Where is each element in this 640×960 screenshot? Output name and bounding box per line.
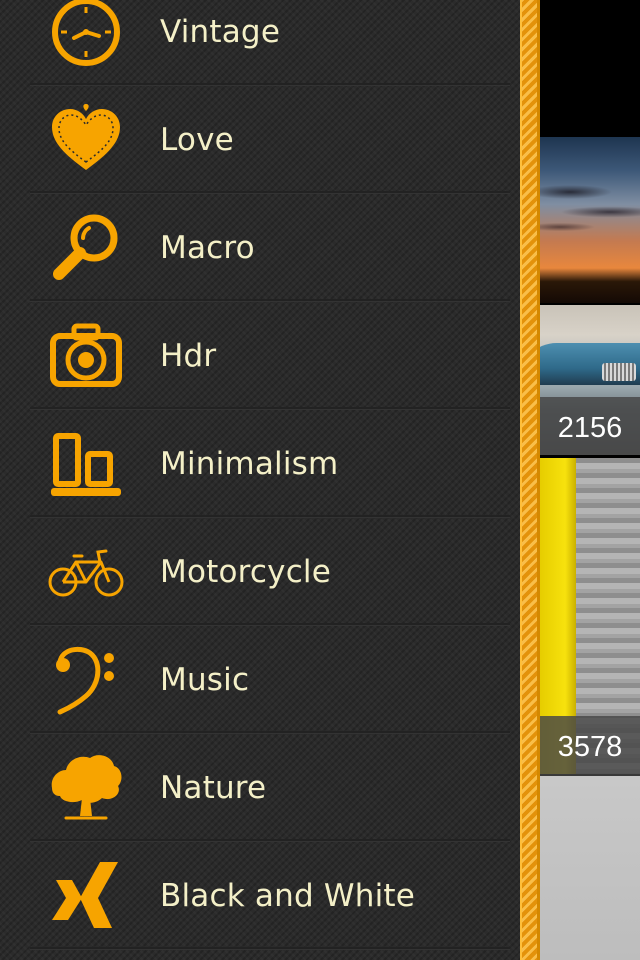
clock-icon — [46, 0, 126, 72]
menu-item-hdr[interactable]: Hdr — [0, 302, 520, 410]
menu-item-label: Hdr — [160, 338, 217, 374]
photo-count-badge: 3578 — [540, 716, 640, 776]
menu-item-vintage[interactable]: Vintage — [0, 0, 520, 86]
camera-icon — [46, 316, 126, 396]
menu-item-label: Black and White — [160, 878, 416, 914]
menu-item-love[interactable]: Love — [0, 86, 520, 194]
menu-item-music[interactable]: Music — [0, 626, 520, 734]
bars-icon — [46, 424, 126, 504]
menu-item-black-and-white[interactable]: Black and White — [0, 842, 520, 950]
menu-item-label: Love — [160, 122, 234, 158]
magnifier-icon — [46, 208, 126, 288]
bass-clef-icon — [46, 640, 126, 720]
menu-item-label: Motorcycle — [160, 554, 332, 590]
car-grill — [602, 363, 636, 381]
menu-item-macro[interactable]: Macro — [0, 194, 520, 302]
menu-item-minimalism[interactable]: Minimalism — [0, 410, 520, 518]
menu-item-label: Nature — [160, 770, 267, 806]
menu-item-label: Macro — [160, 230, 255, 266]
side-menu: Vintage Love Macro Hdr Minimalism Motorc… — [0, 0, 520, 960]
tree-icon — [46, 748, 126, 828]
photo-thumbnail-sunset[interactable] — [540, 137, 640, 305]
menu-item-motorcycle[interactable]: Motorcycle — [0, 518, 520, 626]
menu-edge-stripe — [520, 0, 540, 960]
photo-count-badge: 2156 — [540, 397, 640, 457]
menu-item-label: Minimalism — [160, 446, 339, 482]
heart-icon — [46, 100, 126, 180]
photo-thumbnail-grey[interactable] — [540, 776, 640, 960]
bicycle-icon — [46, 532, 126, 612]
menu-item-label: Music — [160, 662, 250, 698]
xing-icon — [46, 856, 126, 936]
menu-divider — [30, 947, 510, 950]
gallery-panel[interactable]: 2156 3578 — [540, 0, 640, 960]
menu-item-label: Vintage — [160, 14, 281, 50]
menu-item-nature[interactable]: Nature — [0, 734, 520, 842]
